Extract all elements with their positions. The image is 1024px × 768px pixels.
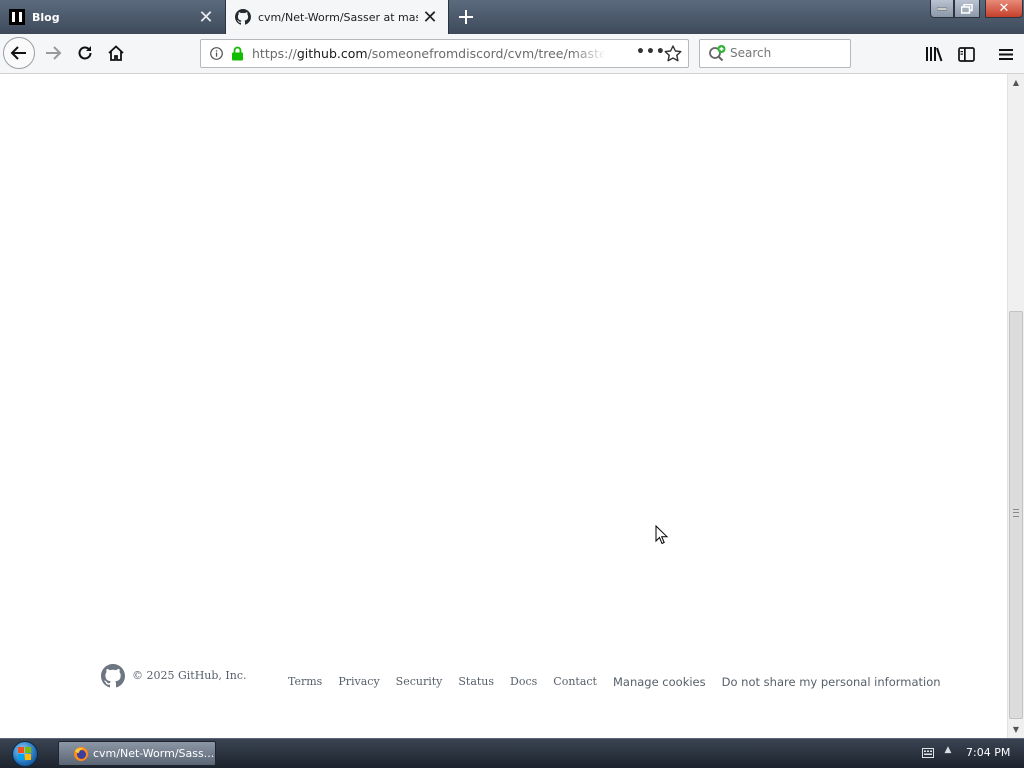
footer-link-manage-cookies[interactable]: Manage cookies <box>613 675 706 689</box>
close-window-icon: ✕ <box>998 1 1010 16</box>
minimize-icon <box>937 7 947 10</box>
url-text[interactable]: https://github.com/someonefromdiscord/cv… <box>252 46 604 61</box>
page-content: © 2025 GitHub, Inc. Terms Privacy Securi… <box>0 74 1007 738</box>
keyboard-icon[interactable] <box>922 748 934 758</box>
close-tab-icon[interactable]: ✕ <box>418 5 442 29</box>
info-icon[interactable] <box>210 47 223 60</box>
search-input[interactable] <box>730 46 845 60</box>
footer-link-terms[interactable]: Terms <box>288 675 322 689</box>
sidebar-icon <box>957 46 975 62</box>
github-favicon-icon <box>235 9 251 25</box>
bookmark-star-icon[interactable] <box>663 44 683 64</box>
footer-link-privacy[interactable]: Privacy <box>338 675 379 689</box>
show-hidden-icons-icon[interactable]: ▲ <box>942 745 954 759</box>
search-icon <box>709 45 726 62</box>
footer-link-docs[interactable]: Docs <box>510 675 537 689</box>
footer-link-do-not-share[interactable]: Do not share my personal information <box>722 675 941 689</box>
mouse-cursor-icon <box>655 525 669 545</box>
back-button[interactable] <box>3 37 35 69</box>
close-tab-icon[interactable]: ✕ <box>194 5 218 29</box>
scroll-down-arrow-icon[interactable]: ▼ <box>1008 721 1024 738</box>
sidebar-toggle-button[interactable] <box>954 42 978 66</box>
arrow-left-icon <box>10 46 26 60</box>
address-bar[interactable]: https://github.com/someonefromdiscord/cv… <box>200 39 689 68</box>
firefox-icon <box>74 746 88 761</box>
scroll-thumb[interactable] <box>1009 311 1023 719</box>
site-footer: © 2025 GitHub, Inc. Terms Privacy Securi… <box>0 664 1007 694</box>
tab-strip: Blog ✕ cvm/Net-Worm/Sasser at master · s… <box>0 0 1024 34</box>
tab-title: cvm/Net-Worm/Sasser at master · someonef… <box>258 10 418 24</box>
open-menu-button[interactable] <box>994 42 1018 66</box>
navigation-toolbar: https://github.com/someonefromdiscord/cv… <box>0 34 1024 74</box>
window-close-button[interactable]: ✕ <box>985 0 1023 18</box>
taskbar-clock[interactable]: 7:04 PM <box>966 746 1010 759</box>
restore-icon <box>961 3 973 14</box>
github-logo-icon[interactable] <box>101 664 125 688</box>
footer-link-status[interactable]: Status <box>458 675 494 689</box>
library-icon <box>926 47 943 62</box>
taskbar-item-label: cvm/Net-Worm/Sass... <box>93 747 215 760</box>
windows-taskbar: cvm/Net-Worm/Sass... ▲ 7:04 PM <box>0 738 1024 768</box>
plus-icon <box>459 10 473 24</box>
page-actions-menu-icon[interactable]: ••• <box>636 45 665 63</box>
hamburger-menu-icon <box>999 48 1013 60</box>
url-path: /someonefromdiscord/cvm/tree/master/Net-… <box>367 46 604 61</box>
scroll-grip-icon <box>1013 509 1019 517</box>
home-icon <box>108 45 124 61</box>
start-button[interactable] <box>8 740 42 768</box>
library-button[interactable] <box>922 42 946 66</box>
footer-link-contact[interactable]: Contact <box>553 675 597 689</box>
footer-links: Terms Privacy Security Status Docs Conta… <box>288 675 957 689</box>
url-fade <box>571 42 607 64</box>
footer-copyright: © 2025 GitHub, Inc. <box>132 669 247 682</box>
search-box[interactable] <box>699 39 851 68</box>
blog-favicon-icon <box>9 9 25 25</box>
window-restore-button[interactable] <box>954 0 980 18</box>
tab-blog[interactable]: Blog ✕ <box>0 0 224 34</box>
forward-button[interactable] <box>40 40 66 66</box>
tab-github-sasser[interactable]: cvm/Net-Worm/Sasser at master · someonef… <box>225 0 449 34</box>
arrow-right-icon <box>46 46 62 60</box>
url-prefix: https:// <box>252 46 297 61</box>
scroll-up-arrow-icon[interactable]: ▲ <box>1008 74 1024 91</box>
reload-icon <box>78 46 92 60</box>
vertical-scrollbar[interactable]: ▲ ▼ <box>1007 74 1024 738</box>
reload-button[interactable] <box>72 40 98 66</box>
window-minimize-button[interactable] <box>930 0 954 18</box>
footer-link-security[interactable]: Security <box>396 675 443 689</box>
url-host: github.com <box>296 46 368 61</box>
windows-logo-icon <box>12 741 38 767</box>
taskbar-firefox-window[interactable]: cvm/Net-Worm/Sass... <box>58 741 216 766</box>
new-tab-button[interactable] <box>452 4 480 30</box>
lock-icon[interactable] <box>231 46 244 61</box>
home-button[interactable] <box>103 40 129 66</box>
tab-title: Blog <box>32 10 60 24</box>
